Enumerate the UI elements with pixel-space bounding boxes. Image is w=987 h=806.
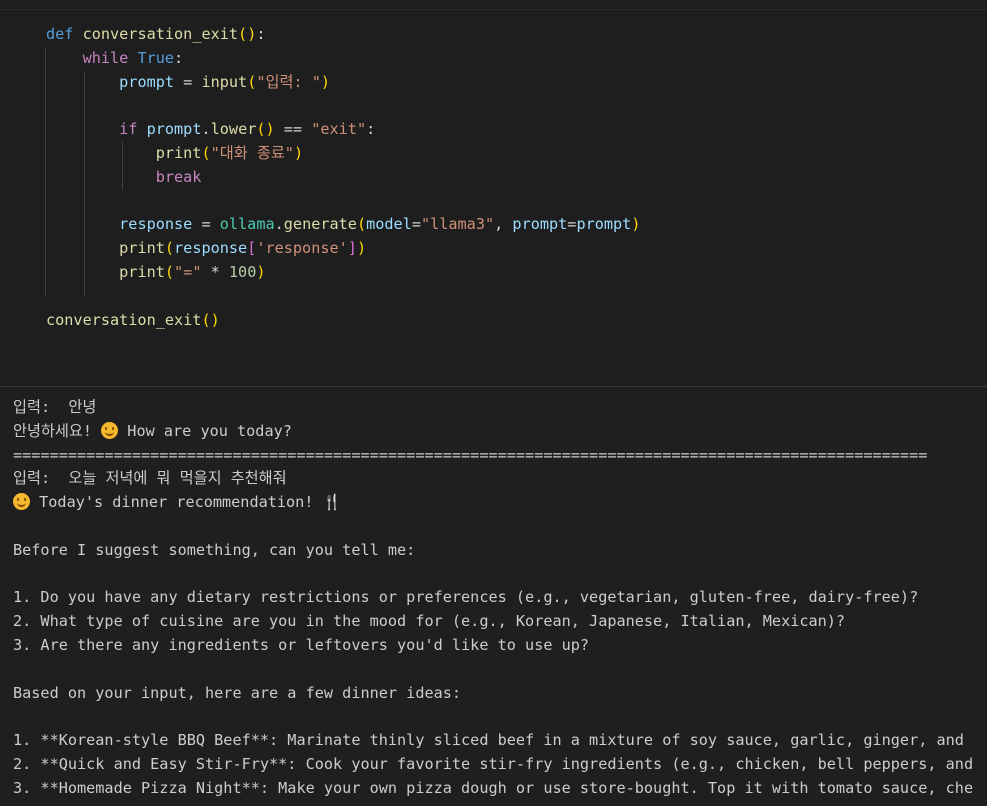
code-line: def conversation_exit(): [46,25,266,43]
title-text: Today's dinner recommendation! [30,493,323,512]
output-input-line: 입력: 오늘 저녁에 뭐 먹을지 추천해줘 [13,469,287,488]
code-line: while True: [82,48,184,67]
smiling-face-emoji-icon [13,493,30,511]
code-line: response = ollama.generate(model="llama3… [119,215,641,234]
code-line: print("=" * 100) [119,262,266,281]
output-separator: ========================================… [13,445,928,464]
output-blank [13,563,987,587]
output-title-line: Today's dinner recommendation! 🍴 [13,491,987,515]
reply-text: 안녕하세요! [13,421,102,440]
reply-text: How are you today? [118,421,292,440]
question-item: 3. Are there any ingredients or leftover… [13,635,590,654]
code-line: conversation_exit() [46,310,220,329]
idea-item: 1. **Korean-style BBQ Beef**: Marinate t… [13,731,964,750]
fork-knife-icon: 🍴 [322,493,342,512]
code-line: prompt = input("입력: ") [119,72,331,91]
smiling-face-emoji-icon [101,421,119,439]
question-item: 2. What type of cuisine are you in the m… [13,612,846,631]
idea-item: 2. **Quick and Easy Stir-Fry**: Cook you… [13,754,974,773]
output-text: Based on your input, here are a few dinn… [13,683,462,702]
code-cell[interactable]: def conversation_exit(): while True: pro… [0,9,987,387]
code-line: break [155,167,202,186]
output-blank [13,705,987,729]
output-blank [13,515,987,539]
code-line: print("대화 종료") [155,143,304,162]
idea-item: 3. **Homemade Pizza Night**: Make your o… [13,778,974,797]
output-blank [13,658,987,682]
question-item: 1. Do you have any dietary restrictions … [13,588,919,607]
output-text: Before I suggest something, can you tell… [13,540,416,559]
output-input-line: 입력: 안녕 [13,398,97,416]
output-reply-line: 안녕하세요! How are you today? [13,420,987,444]
code-line: if prompt.lower() == "exit": [119,120,376,139]
cell-output: 입력: 안녕 안녕하세요! How are you today? =======… [13,396,987,801]
code-line: print(response['response']) [119,239,367,258]
code-editor[interactable]: def conversation_exit(): while True: pro… [46,23,640,332]
